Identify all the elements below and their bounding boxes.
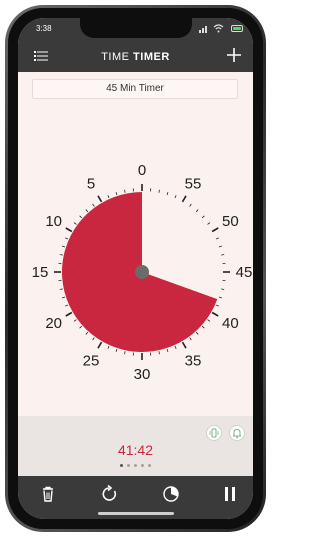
wifi-icon: [213, 24, 224, 33]
dial-tick: [218, 296, 223, 299]
bottom-toolbar: [18, 476, 253, 519]
dial-tick: [97, 195, 103, 203]
dial-tick: [79, 325, 83, 329]
dial-number: 10: [45, 213, 62, 230]
page-dot[interactable]: [120, 464, 123, 467]
dial-tick: [174, 195, 177, 199]
dial-tick: [97, 341, 103, 349]
trash-icon[interactable]: [38, 484, 58, 504]
status-icons: [199, 23, 243, 35]
dial-tick: [189, 203, 192, 207]
dial-tick: [73, 319, 77, 322]
page-indicator[interactable]: [18, 464, 253, 470]
page-dot[interactable]: [134, 464, 137, 467]
dial-tick: [207, 319, 211, 322]
phone-frame: 3:38 TIME TIMER 45 Min Timer 0 5 10 15 2…: [5, 5, 266, 532]
dial-tick: [73, 222, 77, 225]
dial-tick: [158, 189, 160, 193]
dial-number: 20: [45, 315, 62, 332]
timer-controls-area: 41:42: [18, 416, 253, 476]
timer-name-field[interactable]: 45 Min Timer: [32, 79, 238, 99]
dial-tick: [201, 325, 205, 329]
dial-settings-icon[interactable]: [161, 484, 181, 504]
countdown-display: 41:42: [117, 442, 154, 458]
status-time: 3:38: [36, 24, 52, 33]
dial-tick: [166, 348, 169, 353]
dial-tick: [189, 337, 192, 341]
dial-tick: [92, 203, 95, 207]
page-dot[interactable]: [148, 464, 151, 467]
app-title-part2: TIMER: [133, 51, 170, 63]
dial-number: 55: [185, 176, 202, 193]
app-screen: 3:38 TIME TIMER 45 Min Timer 0 5 10 15 2…: [18, 18, 253, 519]
dial-tick: [207, 222, 211, 225]
dial-tick: [174, 345, 177, 349]
dial-tick: [65, 227, 73, 233]
dial-number: 45: [236, 264, 253, 281]
dial-tick: [166, 191, 169, 196]
dial-tick: [221, 288, 225, 290]
dial-number: 35: [185, 352, 202, 369]
dial-number: 5: [87, 176, 95, 193]
app-title-part1: TIME: [101, 51, 130, 63]
dial-tick: [124, 189, 126, 193]
reset-icon[interactable]: [100, 484, 120, 504]
dial-tick: [115, 348, 118, 353]
dial-number: 0: [138, 162, 146, 179]
page-dot[interactable]: [127, 464, 130, 467]
pause-icon[interactable]: [220, 484, 240, 504]
dial-tick: [59, 254, 63, 256]
app-title: TIME TIMER: [18, 51, 253, 63]
dial-tick: [218, 245, 223, 248]
alarm-button[interactable]: [229, 425, 245, 441]
dial-tick: [65, 237, 69, 240]
dial-tick: [115, 191, 118, 196]
dial-tick: [158, 351, 160, 355]
dial-tick: [221, 254, 225, 256]
dial-tick: [92, 337, 95, 341]
dial-tick: [211, 311, 219, 317]
dial-tick: [195, 209, 199, 213]
dial-tick: [59, 288, 63, 290]
dial-tick: [107, 195, 110, 199]
dial-tick: [61, 296, 66, 299]
dial-tick: [124, 351, 126, 355]
dial-tick: [107, 345, 110, 349]
dial-tick: [201, 215, 205, 219]
timer-dial[interactable]: 0 5 10 15 20 25 30 35 40 45 50 55: [18, 106, 253, 416]
dial-number: 30: [134, 366, 151, 383]
dial-tick: [181, 195, 187, 203]
dial-tick: [85, 209, 89, 213]
vibrate-button[interactable]: [206, 425, 222, 441]
home-indicator: [98, 512, 174, 515]
phone-notch: [80, 18, 192, 38]
dial-number: 15: [32, 264, 49, 281]
page-dot[interactable]: [141, 464, 144, 467]
battery-icon: [231, 25, 243, 32]
dial-tick: [61, 245, 66, 248]
dial-tick: [181, 341, 187, 349]
dial-number: 25: [83, 352, 100, 369]
plus-icon[interactable]: [225, 46, 243, 64]
vibrate-icon: [209, 428, 219, 438]
dial-center-knob: [135, 265, 149, 279]
dial-tick: [65, 311, 73, 317]
dial-number: 50: [222, 213, 239, 230]
dial-number: 40: [222, 315, 239, 332]
dial-tick: [79, 215, 83, 219]
dial-tick: [85, 331, 89, 335]
dial-tick: [211, 227, 219, 233]
dial-tick: [215, 304, 219, 307]
phone-bezel: 3:38 TIME TIMER 45 Min Timer 0 5 10 15 2…: [8, 8, 263, 529]
dial-tick: [195, 331, 199, 335]
bell-icon: [233, 428, 241, 439]
app-navbar: TIME TIMER: [18, 42, 253, 72]
dial-tick: [215, 237, 219, 240]
dial-tick: [65, 304, 69, 307]
